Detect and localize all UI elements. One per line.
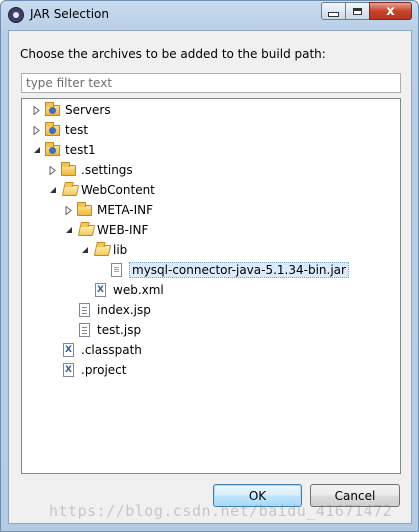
collapse-arrow-icon[interactable]: [64, 225, 74, 235]
tree-item[interactable]: WEB-INF: [64, 220, 148, 240]
tree-item-label: test1: [65, 143, 96, 157]
tree-item-label: WEB-INF: [97, 223, 149, 237]
expand-arrow-icon[interactable]: [64, 205, 74, 215]
watermark-text: https://blog.csdn.net/baidu_41671472: [49, 502, 393, 520]
folder-icon: [77, 202, 93, 218]
tree-item-label: WebContent: [81, 183, 155, 197]
maximize-button[interactable]: [345, 2, 370, 20]
collapse-arrow-icon[interactable]: [32, 145, 42, 155]
folder-open-icon: [61, 182, 80, 198]
project-folder-icon: [45, 102, 61, 118]
tree-item-label: test.jsp: [97, 323, 142, 337]
close-icon: x: [386, 3, 395, 19]
window-title: JAR Selection: [30, 7, 109, 21]
archive-tree[interactable]: Servers test test1 .settings WebContent META-…: [21, 98, 401, 474]
tree-item[interactable]: .settings: [48, 160, 133, 180]
tree-item[interactable]: META-INF: [64, 200, 153, 220]
tree-item-label: META-INF: [97, 203, 154, 217]
tree-item-label: test: [65, 123, 89, 137]
tree-item[interactable]: Servers: [32, 100, 111, 120]
collapse-arrow-icon[interactable]: [48, 185, 58, 195]
tree-item[interactable]: X .project: [48, 360, 126, 380]
tree-item[interactable]: lib: [80, 240, 127, 260]
expand-arrow-icon[interactable]: [32, 125, 42, 135]
eclipse-app-icon: [8, 7, 24, 23]
tree-item[interactable]: mysql-connector-java-5.1.34-bin.jar: [96, 260, 349, 280]
maximize-icon: [353, 7, 362, 15]
tree-item-label: .settings: [81, 163, 133, 177]
jar-selection-dialog: JAR Selection x Choose the archives to b…: [0, 0, 419, 532]
tree-item[interactable]: test1: [32, 140, 96, 160]
filter-input[interactable]: [21, 73, 401, 93]
xml-file-icon: X: [61, 342, 77, 358]
folder-open-icon: [77, 222, 96, 238]
jsp-file-icon: [77, 302, 93, 318]
tree-item[interactable]: test.jsp: [64, 320, 141, 340]
expand-arrow-icon[interactable]: [32, 105, 42, 115]
folder-open-icon: [93, 242, 112, 258]
project-folder-icon: [45, 142, 61, 158]
title-bar[interactable]: JAR Selection x: [1, 1, 418, 29]
tree-item-label: .classpath: [81, 343, 142, 357]
tree-item[interactable]: X .classpath: [48, 340, 142, 360]
collapse-arrow-icon[interactable]: [80, 245, 90, 255]
minimize-button[interactable]: [321, 2, 346, 20]
xml-file-icon: X: [61, 362, 77, 378]
jar-file-icon: [109, 262, 125, 278]
close-button[interactable]: x: [369, 2, 412, 20]
dialog-body: Choose the archives to be added to the b…: [8, 30, 412, 524]
tree-item[interactable]: Xweb.xml: [80, 280, 164, 300]
tree-item-label: Servers: [65, 103, 111, 117]
xml-file-icon: X: [93, 282, 109, 298]
dialog-prompt: Choose the archives to be added to the b…: [20, 47, 326, 61]
expand-arrow-icon[interactable]: [48, 165, 58, 175]
tree-item-label: .project: [81, 363, 127, 377]
tree-item-label: web.xml: [113, 283, 164, 297]
tree-item-label: lib: [113, 243, 128, 257]
tree-item[interactable]: WebContent: [48, 180, 155, 200]
tree-item[interactable]: index.jsp: [64, 300, 151, 320]
tree-item-label: index.jsp: [97, 303, 151, 317]
minimize-icon: [328, 12, 339, 17]
folder-icon: [61, 162, 77, 178]
jsp-file-icon: [77, 322, 93, 338]
project-folder-icon: [45, 122, 61, 138]
tree-item[interactable]: test: [32, 120, 88, 140]
tree-item-label: mysql-connector-java-5.1.34-bin.jar: [129, 262, 349, 278]
